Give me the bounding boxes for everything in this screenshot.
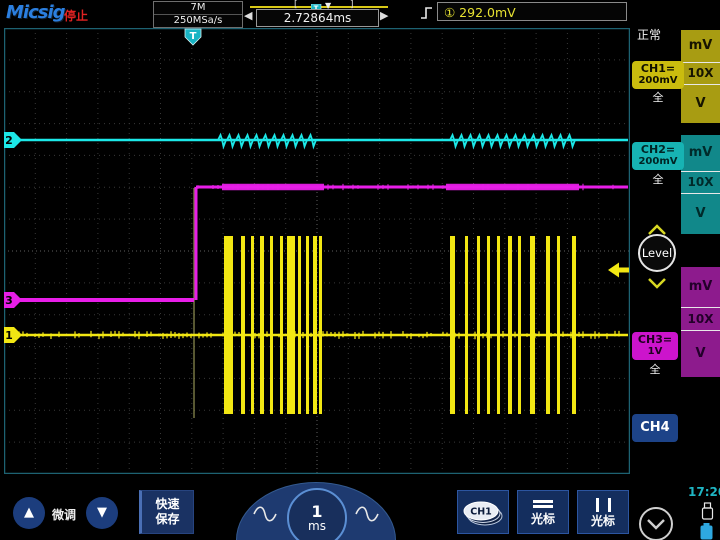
ch2-scale: 200mV — [632, 156, 684, 167]
ch1-badge[interactable]: CH1= 200mV — [632, 61, 684, 89]
brand-logo: Micsig — [6, 2, 65, 23]
ch3-scale: 1V — [632, 346, 678, 357]
fine-tune-up-button[interactable]: ▲ — [13, 497, 45, 529]
ch2-probe-button[interactable]: 10X — [681, 172, 720, 194]
sine-slow-icon[interactable] — [252, 503, 278, 529]
chevron-down-icon — [643, 516, 669, 532]
timebase-value: 1 — [311, 504, 322, 520]
trigger-delay-decrease-arrow[interactable]: ◀ — [244, 9, 252, 22]
trigger-level-marker[interactable] — [608, 263, 629, 278]
ch3-v-button[interactable]: V — [681, 331, 720, 377]
ch3-unit-panel[interactable]: mV 10X V — [681, 267, 720, 377]
ch3-probe-button[interactable]: 10X — [681, 308, 720, 331]
trigger-slope-rising-icon[interactable] — [419, 4, 435, 26]
run-state-indicator[interactable]: 停止 — [64, 7, 88, 24]
quick-save-button[interactable]: 快速 保存 — [139, 490, 194, 534]
waveform-display[interactable]: 2 3 1 T — [4, 28, 630, 474]
sample-rate: 250MSa/s — [154, 15, 242, 27]
level-down-chevron[interactable] — [647, 274, 667, 293]
horizontal-cursor-button[interactable]: 光标 — [517, 490, 569, 534]
ch3-mv-button[interactable]: mV — [681, 267, 720, 308]
svg-text:1: 1 — [5, 329, 13, 342]
sine-fast-icon[interactable] — [354, 503, 380, 529]
memory-depth: 7M — [154, 2, 242, 15]
ch1-scale: 200mV — [632, 75, 684, 86]
collapse-menu-button[interactable] — [639, 507, 673, 540]
vcursor-label: 光标 — [591, 514, 615, 528]
timebase-knob[interactable]: 1 ms — [287, 488, 347, 540]
ch3-bandwidth: 全 — [629, 361, 681, 377]
ch2-coupling-icon: = — [666, 143, 675, 156]
vertical-cursor-button[interactable]: 光标 — [577, 490, 629, 534]
ch3-coupling-icon: = — [663, 333, 672, 346]
ch1-coupling-icon: = — [666, 62, 675, 75]
ch1-v-button[interactable]: V — [681, 85, 720, 123]
svg-text:2: 2 — [5, 134, 13, 147]
trigger-level-value[interactable]: ① 292.0mV — [437, 2, 627, 21]
ch1-unit-panel[interactable]: mV 10X V — [681, 30, 720, 123]
quick-save-line2: 保存 — [142, 512, 193, 527]
fine-tune-down-button[interactable]: ▼ — [86, 497, 118, 529]
ch2-badge[interactable]: CH2= 200mV — [632, 142, 684, 170]
ch2-name: CH2 — [641, 143, 666, 156]
battery-icon — [699, 523, 714, 540]
fine-tune-label: 微调 — [52, 506, 76, 523]
ch2-bandwidth: 全 — [632, 171, 684, 187]
ch2-mv-button[interactable]: mV — [681, 135, 720, 172]
hcursor-label: 光标 — [531, 512, 555, 526]
channel-select-button[interactable]: CH1 — [457, 490, 509, 534]
trigger-delay-increase-arrow[interactable]: ▶ — [380, 9, 388, 22]
clock: 17:20 — [688, 485, 720, 499]
vcursor-icon — [596, 498, 611, 512]
acquire-mode-label: 正常 — [637, 26, 661, 43]
ch1-bandwidth: 全 — [632, 89, 684, 105]
hcursor-icon — [533, 498, 553, 510]
acquisition-info-box[interactable]: 7M 250MSa/s — [153, 1, 243, 28]
svg-text:CH1: CH1 — [470, 507, 492, 518]
svg-text:3: 3 — [5, 294, 13, 307]
usb-icon — [701, 502, 714, 525]
timebase-unit: ms — [308, 520, 326, 533]
quick-save-line1: 快速 — [142, 497, 193, 512]
ch1-name: CH1 — [641, 62, 666, 75]
ch4-badge[interactable]: CH4 — [632, 414, 678, 442]
ch1-probe-button[interactable]: 10X — [681, 63, 720, 85]
ch3-name: CH3 — [638, 333, 663, 346]
trigger-position-value[interactable]: 2.72864ms — [256, 9, 379, 27]
level-knob[interactable]: Level — [638, 234, 676, 272]
ch3-badge[interactable]: CH3= 1V — [632, 332, 678, 360]
ch1-mv-button[interactable]: mV — [681, 30, 720, 63]
ch2-v-button[interactable]: V — [681, 194, 720, 234]
ch2-unit-panel[interactable]: mV 10X V — [681, 135, 720, 234]
oscilloscope-screen: Micsig 停止 7M 250MSa/s [ ] T ▼ ◀ 2.72864m… — [0, 0, 720, 540]
svg-text:T: T — [190, 31, 197, 42]
